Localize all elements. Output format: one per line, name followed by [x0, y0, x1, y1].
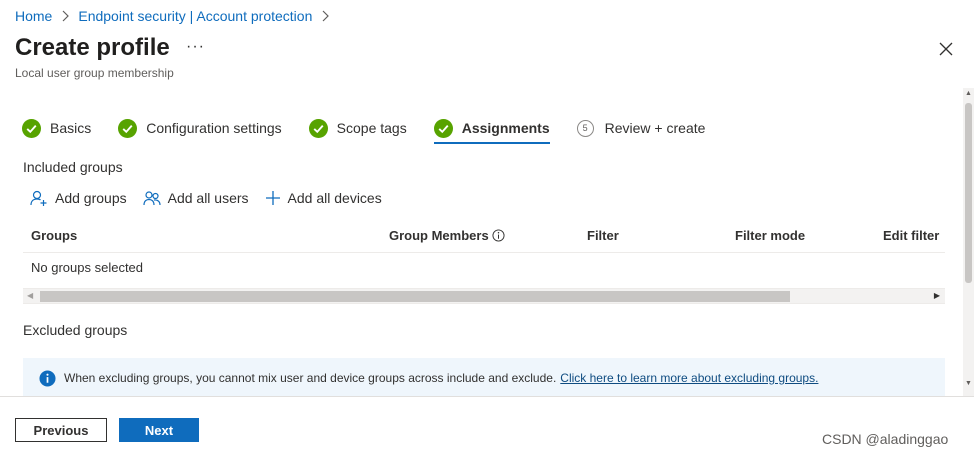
horizontal-scrollbar-thumb[interactable]: [40, 291, 790, 302]
footer-bar: Previous Next CSDN @aladinggao: [0, 396, 974, 456]
add-groups-button[interactable]: Add groups: [30, 190, 127, 206]
add-all-users-label: Add all users: [167, 190, 249, 206]
check-circle-icon: [118, 118, 138, 138]
vertical-scrollbar-thumb[interactable]: [965, 103, 972, 283]
column-filter-mode[interactable]: Filter mode: [735, 228, 805, 243]
scroll-left-arrow-icon[interactable]: ◀: [27, 291, 33, 300]
step-number-badge: 5: [576, 119, 594, 137]
check-circle-icon: [433, 118, 453, 138]
add-groups-label: Add groups: [55, 190, 127, 206]
column-group-members[interactable]: Group Members: [389, 228, 505, 243]
column-groups[interactable]: Groups: [31, 228, 77, 243]
step-review-create[interactable]: 5 Review + create: [576, 116, 706, 140]
empty-table-message: No groups selected: [31, 260, 144, 275]
scroll-right-arrow-icon[interactable]: ▶: [934, 291, 940, 300]
included-groups-heading: Included groups: [23, 159, 123, 175]
horizontal-scrollbar[interactable]: ◀ ▶: [23, 288, 945, 304]
column-group-members-label: Group Members: [389, 228, 489, 243]
add-all-users-button[interactable]: Add all users: [143, 190, 249, 206]
learn-more-link[interactable]: Click here to learn more about excluding…: [560, 371, 818, 385]
info-text: When excluding groups, you cannot mix us…: [64, 371, 557, 385]
chevron-right-icon: [320, 10, 330, 22]
next-button[interactable]: Next: [119, 418, 199, 442]
step-scope-tags[interactable]: Scope tags: [308, 116, 407, 140]
step-label: Review + create: [604, 120, 706, 136]
step-label: Assignments: [461, 120, 550, 136]
column-edit-filter[interactable]: Edit filter: [883, 228, 939, 243]
exclusion-info-bar: When excluding groups, you cannot mix us…: [23, 358, 945, 398]
scroll-up-arrow-icon[interactable]: ▲: [965, 90, 972, 97]
info-icon: [39, 369, 56, 387]
close-icon[interactable]: [938, 41, 954, 57]
table-row: No groups selected: [23, 253, 945, 286]
included-groups-table-header: Groups Group Members Filter Filter mode …: [23, 224, 945, 253]
plus-icon: [265, 191, 280, 205]
people-icon: [143, 191, 161, 206]
info-icon[interactable]: [492, 229, 505, 242]
step-label: Scope tags: [336, 120, 407, 136]
add-all-devices-label: Add all devices: [287, 190, 382, 206]
excluded-groups-heading: Excluded groups: [23, 322, 128, 338]
check-circle-icon: [308, 118, 328, 138]
previous-button[interactable]: Previous: [15, 418, 107, 442]
check-circle-icon: [22, 118, 41, 138]
step-label: Basics: [50, 120, 92, 136]
page-title: Create profile: [15, 34, 170, 61]
breadcrumb: Home Endpoint security | Account protect…: [15, 8, 330, 24]
add-all-devices-button[interactable]: Add all devices: [265, 190, 382, 206]
breadcrumb-home-link[interactable]: Home: [15, 8, 52, 24]
step-basics[interactable]: Basics: [22, 116, 91, 140]
page-subtitle: Local user group membership: [15, 66, 174, 80]
watermark: CSDN @aladinggao: [822, 431, 949, 447]
included-groups-toolbar: Add groups Add all users Add all devices: [30, 190, 398, 206]
step-assignments[interactable]: Assignments: [433, 116, 550, 144]
add-person-icon: [30, 190, 47, 206]
step-label: Configuration settings: [146, 120, 282, 136]
more-options-icon[interactable]: ···: [186, 38, 205, 56]
column-filter[interactable]: Filter: [587, 228, 619, 243]
scroll-down-arrow-icon[interactable]: ▼: [965, 380, 972, 387]
wizard-steps: Basics Configuration settings Scope tags…: [22, 116, 732, 146]
breadcrumb-account-protection-link[interactable]: Endpoint security | Account protection: [78, 8, 312, 24]
chevron-right-icon: [60, 10, 70, 22]
step-configuration-settings[interactable]: Configuration settings: [118, 116, 282, 140]
